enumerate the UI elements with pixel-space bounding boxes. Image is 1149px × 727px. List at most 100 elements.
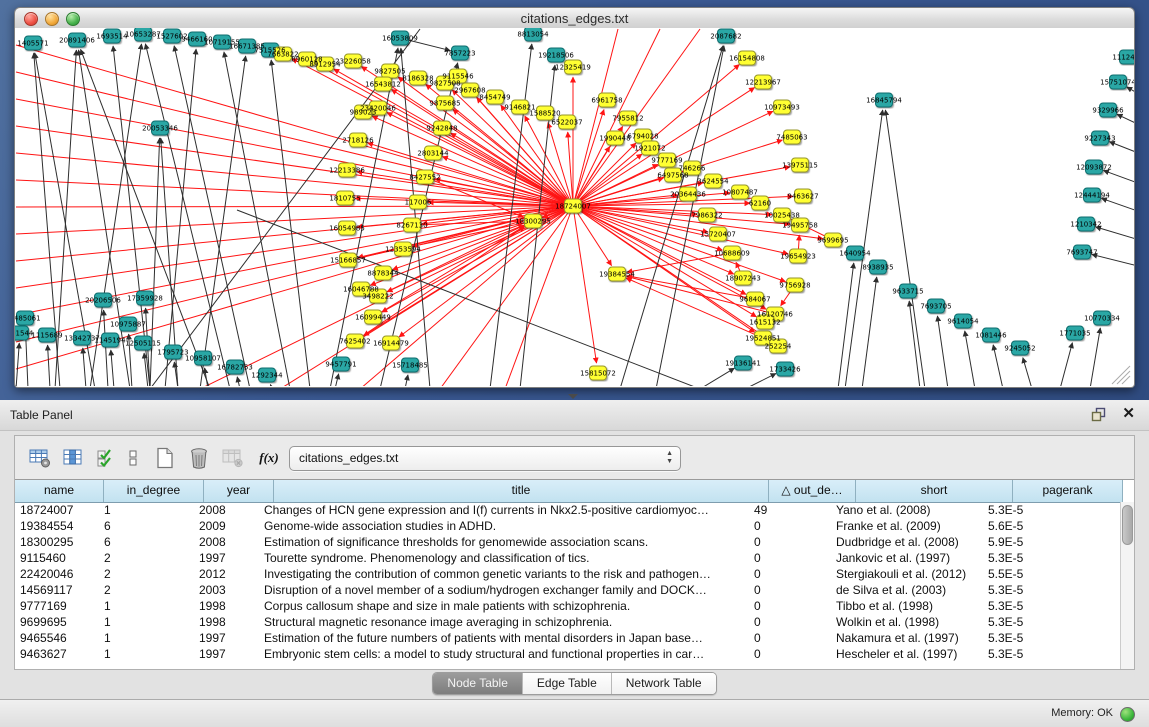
table-row[interactable]: 977716911998Corpus callosum shape and si… [15, 598, 1121, 614]
table-cell[interactable]: 1 [99, 614, 194, 630]
table-cell[interactable]: Nakamura et al. (1997) [831, 630, 983, 646]
column-header-year[interactable]: year [204, 480, 274, 502]
column-header-out_de[interactable]: △ out_de… [769, 480, 856, 502]
vertical-scrollbar[interactable] [1120, 502, 1134, 669]
table-cell[interactable]: 0 [749, 550, 831, 566]
table-cell[interactable]: 18724007 [15, 502, 99, 518]
table-cell[interactable]: Investigating the contribution of common… [259, 566, 749, 582]
table-cell[interactable]: Tibbo et al. (1998) [831, 598, 983, 614]
table-cell[interactable]: de Silva et al. (2003) [831, 582, 983, 598]
table-row[interactable]: 1938455462009Genome-wide association stu… [15, 518, 1121, 534]
select-all-icon[interactable] [93, 446, 119, 470]
table-row[interactable]: 1872400712008Changes of HCN gene express… [15, 502, 1121, 518]
table-cell[interactable]: Changes of HCN gene expression and I(f) … [259, 502, 749, 518]
table-cell[interactable]: 0 [749, 518, 831, 534]
table-cell[interactable]: 2008 [194, 534, 259, 550]
table-row[interactable]: 911546021997Tourette syndrome. Phenomeno… [15, 550, 1121, 566]
column-header-in_degree[interactable]: in_degree [104, 480, 204, 502]
table-row[interactable]: 2242004622012Investigating the contribut… [15, 566, 1121, 582]
table-cell[interactable]: 19384554 [15, 518, 99, 534]
table-cell[interactable]: 0 [749, 566, 831, 582]
table-cell[interactable]: 14569117 [15, 582, 99, 598]
table-cell[interactable]: Genome-wide association studies in ADHD. [259, 518, 749, 534]
table-cell[interactable]: 2009 [194, 518, 259, 534]
tab-edge-table[interactable]: Edge Table [523, 673, 612, 694]
splitter-handle[interactable] [568, 394, 578, 399]
tab-network-table[interactable]: Network Table [612, 673, 716, 694]
unselect-rows-icon[interactable] [124, 446, 142, 470]
table-cell[interactable]: 2003 [194, 582, 259, 598]
table-cell[interactable]: Embryonic stem cells: a model to study s… [259, 646, 749, 662]
table-cell[interactable]: 22420046 [15, 566, 99, 582]
table-cell[interactable]: 0 [749, 598, 831, 614]
table-cell[interactable]: Wolkin et al. (1998) [831, 614, 983, 630]
table-row[interactable]: 946362711997Embryonic stem cells: a mode… [15, 646, 1121, 662]
table-cell[interactable]: 5.3E-5 [983, 598, 1088, 614]
table-cell[interactable]: 0 [749, 630, 831, 646]
table-cell[interactable]: 1 [99, 646, 194, 662]
table-cell[interactable]: 0 [749, 582, 831, 598]
table-cell[interactable]: Stergiakouli et al. (2012) [831, 566, 983, 582]
table-cell[interactable]: Estimation of significance thresholds fo… [259, 534, 749, 550]
column-header-pagerank[interactable]: pagerank [1013, 480, 1123, 502]
table-cell[interactable]: 2 [99, 582, 194, 598]
table-cell[interactable]: 5.3E-5 [983, 550, 1088, 566]
table-cell[interactable]: Dudbridge et al. (2008) [831, 534, 983, 550]
table-cell[interactable]: 1998 [194, 614, 259, 630]
network-window[interactable]: citations_edges.txt 18724007140557120891… [14, 7, 1135, 388]
close-panel-icon[interactable]: ✕ [1122, 405, 1135, 423]
table-cell[interactable]: 0 [749, 646, 831, 662]
table-cell[interactable]: 1 [99, 598, 194, 614]
table-cell[interactable]: Tourette syndrome. Phenomenology and cla… [259, 550, 749, 566]
resize-grip-icon[interactable] [1112, 366, 1130, 384]
table-cell[interactable]: 5.3E-5 [983, 614, 1088, 630]
table-cell[interactable]: 1 [99, 630, 194, 646]
table-cell[interactable]: 5.3E-5 [983, 502, 1088, 518]
table-cell[interactable]: 1997 [194, 630, 259, 646]
table-cell[interactable]: Franke et al. (2009) [831, 518, 983, 534]
column-header-title[interactable]: title [274, 480, 769, 502]
table-cell[interactable]: 6 [99, 534, 194, 550]
table-cell[interactable]: 9465546 [15, 630, 99, 646]
table-cell[interactable]: 6 [99, 518, 194, 534]
table-cell[interactable]: Structural magnetic resonance image aver… [259, 614, 749, 630]
table-cell[interactable]: 9115460 [15, 550, 99, 566]
memory-indicator-icon[interactable] [1120, 707, 1135, 722]
table-row[interactable]: 1456911722003Disruption of a novel membe… [15, 582, 1121, 598]
table-cell[interactable]: Hescheler et al. (1997) [831, 646, 983, 662]
table-cell[interactable]: 2 [99, 550, 194, 566]
table-cell[interactable]: 9463627 [15, 646, 99, 662]
table-selector-combobox[interactable]: citations_edges.txt ▲▼ [289, 446, 681, 471]
column-header-name[interactable]: name [15, 480, 104, 502]
table-cell[interactable]: 1998 [194, 598, 259, 614]
float-panel-icon[interactable] [1091, 407, 1107, 423]
table-cell[interactable]: 1997 [194, 550, 259, 566]
table-cell[interactable]: Estimation of the future numbers of pati… [259, 630, 749, 646]
table-cell[interactable]: 5.3E-5 [983, 630, 1088, 646]
table-cell[interactable]: 2012 [194, 566, 259, 582]
table-cell[interactable]: 2 [99, 566, 194, 582]
table-cell[interactable]: 9777169 [15, 598, 99, 614]
table-cell[interactable]: 5.3E-5 [983, 646, 1088, 662]
table-cell[interactable]: 5.9E-5 [983, 534, 1088, 550]
delete-table-icon[interactable] [186, 446, 212, 470]
table-cell[interactable]: 18300295 [15, 534, 99, 550]
scrollbar-thumb[interactable] [1122, 505, 1133, 545]
table-cell[interactable]: Jankovic et al. (1997) [831, 550, 983, 566]
table-cell[interactable]: Corpus callosum shape and size in male p… [259, 598, 749, 614]
network-graph[interactable]: 1872400714055712089140616935141065328715… [15, 28, 1134, 386]
table-row[interactable]: 1830029562008Estimation of significance … [15, 534, 1121, 550]
network-canvas[interactable]: 1872400714055712089140616935141065328715… [14, 28, 1135, 388]
new-table-icon[interactable] [152, 446, 178, 470]
table-cell[interactable]: 1 [99, 502, 194, 518]
table-cell[interactable]: 5.5E-5 [983, 566, 1088, 582]
table-cell[interactable]: 0 [749, 534, 831, 550]
function-builder-icon[interactable]: f(x) [256, 446, 282, 470]
table-cell[interactable]: 5.6E-5 [983, 518, 1088, 534]
table-cell[interactable]: 5.3E-5 [983, 582, 1088, 598]
table-row[interactable]: 946554611997Estimation of the future num… [15, 630, 1121, 646]
table-cell[interactable]: Yano et al. (2008) [831, 502, 983, 518]
table-cell[interactable]: 0 [749, 614, 831, 630]
table-row[interactable]: 969969511998Structural magnetic resonanc… [15, 614, 1121, 630]
table-cell[interactable]: 9699695 [15, 614, 99, 630]
